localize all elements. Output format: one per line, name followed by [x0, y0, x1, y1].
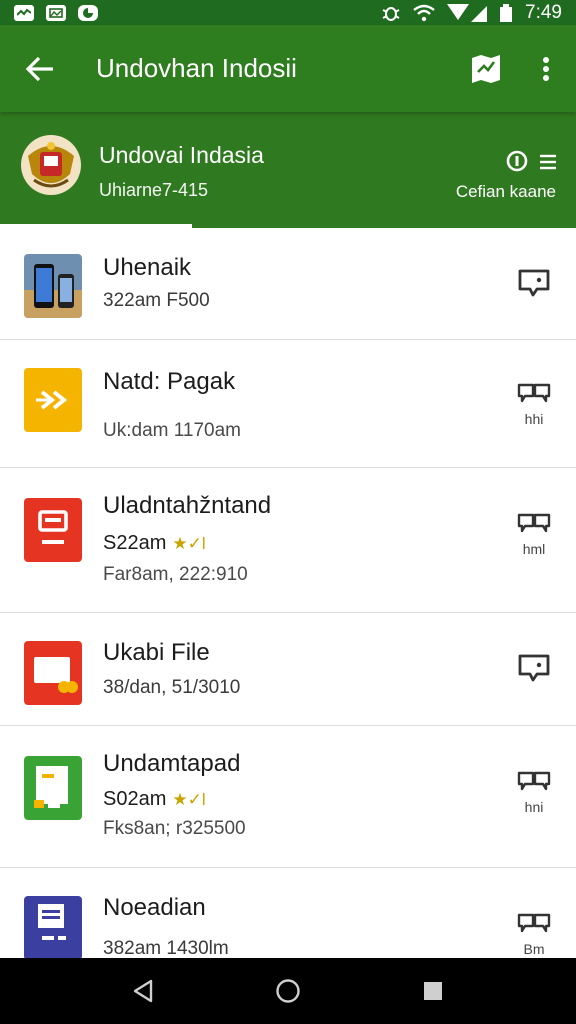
item-detail: Uk:dam 1170am — [103, 420, 241, 441]
header-subtitle: Uhiarne7-415 — [99, 180, 209, 200]
more-options-button[interactable] — [516, 25, 576, 112]
item-meta: Fks8an; r325500 — [103, 818, 246, 839]
reactions-button[interactable]: hml — [510, 512, 558, 557]
action-label: hhi — [524, 411, 544, 427]
document-icon — [24, 498, 82, 562]
more-vert-icon — [543, 56, 549, 81]
app-icon — [78, 4, 98, 21]
item-title: Noeadian — [103, 894, 206, 921]
back-button[interactable] — [0, 25, 80, 112]
header-right-text: Cefian kaane — [455, 182, 556, 201]
system-nav-bar — [0, 958, 576, 1024]
list-item[interactable]: Uladntahžntand S22am ★✓l Far8am, 222:910 … — [0, 468, 576, 613]
list-item[interactable]: Ukabi File 38/dan, 51/3010 — [0, 613, 576, 726]
app-bar: Undovhan Indosii — [0, 25, 576, 112]
reactions-button[interactable]: hni — [510, 770, 558, 815]
item-meta: Far8am, 222:910 — [103, 564, 248, 585]
item-time: S22am — [103, 532, 167, 554]
bug-icon — [381, 4, 401, 22]
item-detail: 322am F500 — [103, 290, 210, 311]
item-title: Ukabi File — [103, 639, 210, 666]
map-icon — [472, 54, 500, 83]
nav-back-button[interactable] — [113, 961, 173, 1021]
menu-icon[interactable] — [538, 152, 558, 172]
action-label: hml — [522, 541, 546, 557]
comment-icon — [518, 269, 550, 297]
list-item[interactable]: Uhenaik 322am F500 — [0, 228, 576, 340]
activity-icon — [14, 4, 34, 21]
battery-icon — [499, 3, 513, 22]
item-detail: 38/dan, 51/3010 — [103, 677, 241, 698]
reactions-button[interactable]: Bm — [510, 912, 558, 957]
item-list: Uhenaik 322am F500 Natd: Pagak Uk:dam 11… — [0, 228, 576, 958]
item-title: Uladntahžntand — [103, 492, 272, 519]
nav-home-button[interactable] — [258, 961, 318, 1021]
sheet-icon — [24, 756, 82, 820]
item-detail: S02am ★✓l — [103, 788, 206, 811]
status-time: 7:49 — [525, 1, 562, 23]
list-item[interactable]: Undamtapad S02am ★✓l Fks8an; r325500 hni — [0, 726, 576, 868]
phones-photo-icon — [24, 254, 82, 318]
signal-icon — [447, 3, 488, 22]
wifi-icon — [413, 4, 435, 22]
nav-recents-button[interactable] — [403, 961, 463, 1021]
item-time: S02am — [103, 788, 167, 810]
rating-icon: ★✓l — [172, 534, 206, 553]
triangle-back-icon — [133, 979, 152, 1003]
comment-icon — [518, 654, 550, 682]
item-detail: 382am 1430lm — [103, 938, 229, 958]
item-title: Uhenaik — [103, 254, 192, 281]
map-button[interactable] — [456, 25, 516, 112]
status-bar: 7:49 — [0, 0, 576, 25]
item-title: Natd: Pagak — [103, 368, 236, 395]
info-icon[interactable] — [506, 150, 528, 172]
chat-bubbles-icon — [517, 383, 551, 403]
reactions-button[interactable]: hhi — [510, 382, 558, 427]
item-title: Undamtapad — [103, 750, 241, 777]
action-label: Bm — [523, 941, 545, 957]
square-recents-icon — [424, 982, 443, 1000]
emblem-icon — [21, 135, 81, 195]
chat-bubbles-icon — [517, 513, 551, 533]
image-icon — [46, 4, 66, 21]
arrow-left-icon — [25, 56, 53, 81]
list-item[interactable]: Natd: Pagak Uk:dam 1170am hhi — [0, 340, 576, 468]
action-label: hni — [524, 799, 544, 815]
header-card: Undovai Indasia Uhiarne7-415 Cefian kaan… — [0, 112, 576, 228]
file-icon — [24, 641, 82, 705]
chat-bubbles-icon — [517, 913, 551, 933]
app-title: Undovhan Indosii — [96, 53, 297, 83]
comment-button[interactable] — [510, 653, 558, 688]
doc-blue-icon — [24, 896, 82, 958]
circle-home-icon — [276, 979, 300, 1003]
item-detail: S22am ★✓l — [103, 532, 206, 555]
header-title: Undovai Indasia — [99, 142, 264, 168]
chat-bubbles-icon — [517, 771, 551, 791]
list-item[interactable]: Noeadian 382am 1430lm Bm — [0, 868, 576, 958]
rating-icon: ★✓l — [172, 790, 206, 809]
arrow-icon — [24, 368, 82, 432]
comment-button[interactable] — [510, 268, 558, 303]
